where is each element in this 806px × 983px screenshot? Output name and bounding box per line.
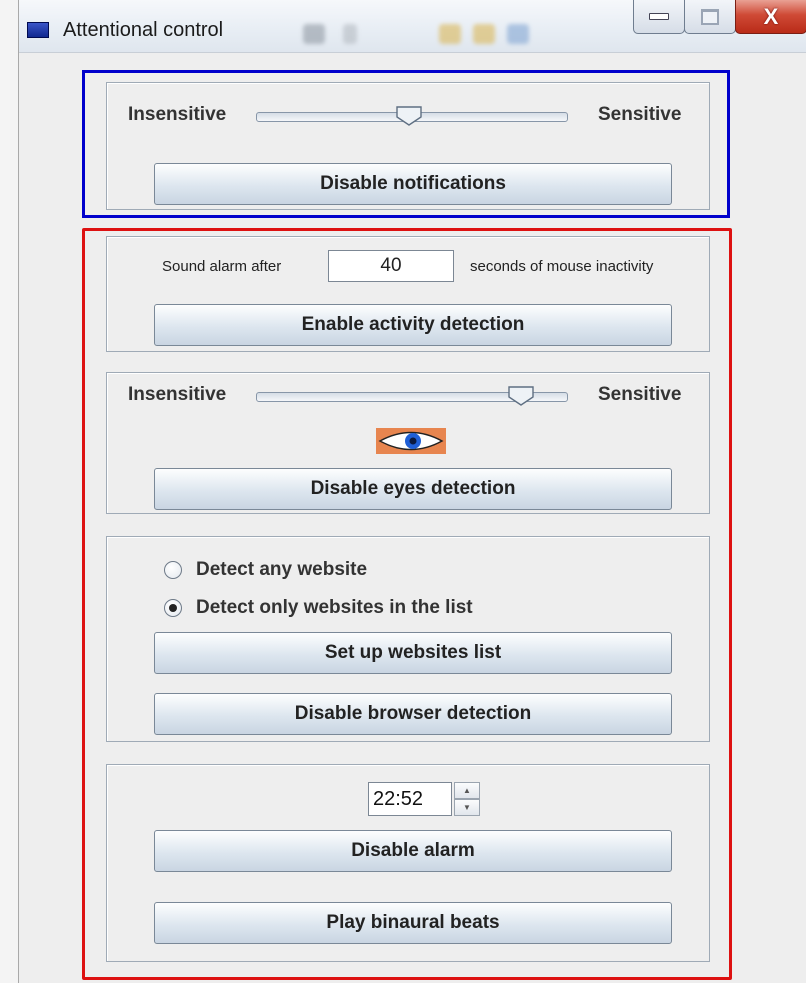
detect-any-website-radio[interactable] — [164, 561, 182, 579]
disable-eyes-detection-button[interactable]: Disable eyes detection — [154, 468, 672, 510]
maximize-button[interactable] — [684, 0, 736, 34]
enable-activity-detection-button[interactable]: Enable activity detection — [154, 304, 672, 346]
notifications-slider-max-label: Sensitive — [598, 104, 682, 125]
notifications-slider-thumb[interactable] — [396, 106, 422, 126]
background-edge — [0, 0, 18, 983]
eyes-slider-min-label: Insensitive — [128, 384, 227, 405]
alarm-delay-prefix-label: Sound alarm after — [162, 258, 282, 275]
minimize-icon — [649, 13, 669, 20]
chevron-down-icon: ▼ — [463, 803, 471, 812]
close-button[interactable]: X — [735, 0, 806, 34]
time-increment-button[interactable]: ▲ — [454, 782, 480, 799]
play-binaural-beats-button[interactable]: Play binaural beats — [154, 902, 672, 944]
alarm-time-input[interactable]: 22:52 — [368, 782, 452, 816]
disable-notifications-button[interactable]: Disable notifications — [154, 163, 672, 205]
alarm-delay-suffix-label: seconds of mouse inactivity — [470, 258, 654, 275]
chevron-up-icon: ▲ — [463, 786, 471, 795]
maximize-icon — [701, 8, 719, 25]
set-up-websites-list-button[interactable]: Set up websites list — [154, 632, 672, 674]
notifications-slider-min-label: Insensitive — [128, 104, 227, 125]
detect-any-website-label[interactable]: Detect any website — [196, 559, 367, 581]
eyes-slider-max-label: Sensitive — [598, 384, 682, 405]
close-icon: X — [763, 3, 779, 29]
detect-list-websites-radio[interactable] — [164, 599, 182, 617]
disable-browser-detection-button[interactable]: Disable browser detection — [154, 693, 672, 735]
minimize-button[interactable] — [633, 0, 685, 34]
time-decrement-button[interactable]: ▼ — [454, 799, 480, 816]
disable-alarm-button[interactable]: Disable alarm — [154, 830, 672, 872]
app-icon — [27, 22, 49, 38]
background-toolbar-ghost — [289, 14, 609, 44]
title-bar[interactable]: Attentional control X — [19, 0, 806, 53]
radio-selected-dot — [169, 604, 177, 612]
detect-list-websites-label[interactable]: Detect only websites in the list — [196, 597, 473, 619]
eye-icon — [376, 428, 446, 454]
inactivity-seconds-input[interactable]: 40 — [328, 250, 454, 282]
eyes-slider-thumb[interactable] — [508, 386, 534, 406]
window-controls: X — [633, 0, 806, 36]
window-title: Attentional control — [63, 19, 224, 41]
